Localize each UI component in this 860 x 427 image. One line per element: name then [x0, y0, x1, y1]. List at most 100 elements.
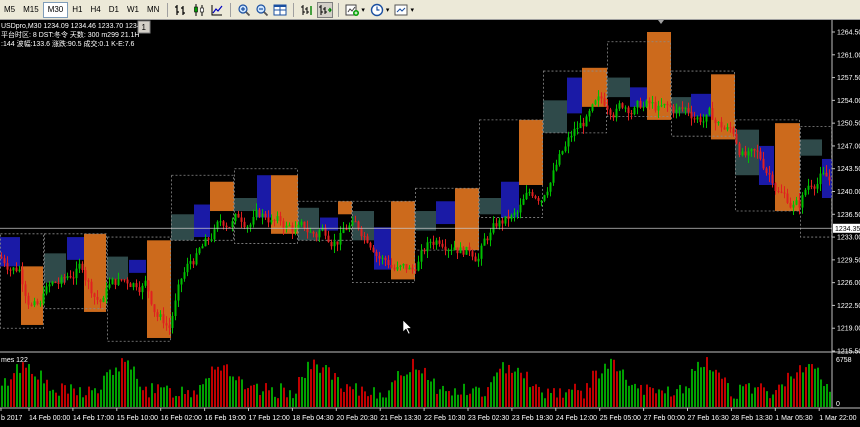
candle-body	[129, 283, 132, 288]
session-box	[711, 74, 735, 140]
volume-bar	[676, 389, 678, 407]
timeframe-m30[interactable]: M30	[42, 1, 69, 18]
volume-bar	[433, 378, 435, 407]
date-label: 23 Feb 19:30	[512, 415, 553, 422]
volume-bar	[403, 376, 405, 407]
session-box	[129, 259, 146, 273]
candle-body	[570, 135, 573, 138]
volume-bar	[280, 383, 282, 407]
volume-bar	[460, 394, 462, 407]
candle-body	[660, 105, 663, 107]
tile-windows-icon[interactable]	[272, 2, 288, 18]
candle-body	[306, 228, 309, 233]
candle-body	[783, 192, 786, 194]
candle-body	[360, 227, 363, 237]
chart-shift-icon[interactable]	[299, 2, 315, 18]
volume-bar	[49, 390, 51, 407]
candle-body	[804, 189, 807, 196]
candle-body	[267, 217, 270, 223]
candle-body	[735, 133, 738, 144]
volume-bar	[76, 395, 78, 407]
volume-bar	[703, 366, 705, 407]
indicators-icon[interactable]	[344, 2, 360, 18]
volume-bar	[148, 397, 150, 407]
candle-body	[504, 216, 507, 224]
candle-body	[639, 100, 642, 108]
volume-bar	[613, 359, 615, 407]
chevron-down-icon[interactable]: ▾	[410, 6, 414, 14]
price-label: 1257.50	[837, 75, 860, 82]
volume-bar	[673, 395, 675, 407]
templates-icon[interactable]	[393, 2, 409, 18]
candlestick-chart-icon[interactable]	[191, 2, 207, 18]
volume-bar	[760, 383, 762, 407]
auto-scroll-icon[interactable]	[317, 1, 334, 18]
volume-bar	[10, 379, 12, 407]
volume-bar	[391, 382, 393, 407]
volume-bar	[193, 390, 195, 407]
zoom-out-icon[interactable]	[254, 2, 270, 18]
volume-bar	[781, 384, 783, 407]
volume-bar	[556, 397, 558, 407]
timeframe-w1[interactable]: W1	[123, 2, 143, 18]
periods-clock-icon[interactable]	[369, 2, 385, 18]
volume-bar	[799, 365, 801, 407]
candle-body	[447, 250, 450, 252]
candle-body	[213, 229, 216, 240]
timeframe-h1[interactable]: H1	[68, 2, 86, 18]
candle-body	[18, 269, 21, 272]
candle-body	[645, 100, 648, 107]
volume-bar	[652, 388, 654, 407]
timeframe-m15[interactable]: M15	[19, 2, 43, 18]
candle-body	[792, 204, 795, 208]
bar-chart-icon[interactable]	[173, 2, 189, 18]
candle-body	[330, 242, 333, 247]
timeframe-d1[interactable]: D1	[105, 2, 123, 18]
volume-bar	[493, 376, 495, 407]
volume-bar	[67, 393, 69, 407]
volume-bar	[232, 376, 234, 407]
timeframe-h4[interactable]: H4	[86, 2, 104, 18]
volume-bar	[754, 387, 756, 407]
candle-body	[378, 255, 381, 259]
price-label: 1226.00	[837, 280, 860, 287]
candle-body	[678, 107, 681, 110]
volume-max-label: 6758	[836, 357, 852, 364]
candle-body	[165, 323, 168, 326]
volume-bar	[178, 396, 180, 407]
candle-body	[540, 200, 543, 202]
volume-bar	[766, 391, 768, 407]
candle-body	[651, 102, 654, 104]
candle-body	[468, 246, 471, 252]
chevron-down-icon[interactable]: ▾	[386, 6, 390, 14]
candle-body	[246, 226, 249, 228]
candle-body	[354, 221, 357, 223]
candle-body	[705, 114, 708, 122]
timeframe-m5[interactable]: M5	[0, 2, 19, 18]
zoom-in-icon[interactable]	[236, 2, 252, 18]
volume-bar	[310, 369, 312, 407]
volume-bar	[526, 371, 528, 407]
volume-bar	[466, 395, 468, 407]
volume-bar	[115, 367, 117, 407]
price-label: 1254.00	[837, 98, 860, 105]
volume-bar	[292, 398, 294, 407]
volume-bar	[226, 364, 228, 407]
candle-body	[477, 258, 480, 262]
volume-bar	[484, 396, 486, 407]
timeframe-mn[interactable]: MN	[143, 2, 163, 18]
volume-bar	[196, 394, 198, 407]
volume-bar	[319, 372, 321, 407]
volume-bar	[382, 397, 384, 407]
line-chart-icon[interactable]	[209, 2, 225, 18]
candle-body	[294, 228, 297, 232]
candle-body	[564, 146, 567, 152]
candle-body	[732, 128, 735, 134]
price-chart[interactable]: 1264.50 1261.00 1257.50 1254.00 1250.50 1247.…	[0, 20, 860, 427]
volume-bar	[271, 387, 273, 407]
candle-body	[441, 243, 444, 247]
volume-bar	[829, 391, 831, 407]
candle-body	[171, 316, 174, 328]
chevron-down-icon[interactable]: ▾	[361, 6, 365, 14]
volume-bar	[124, 361, 126, 407]
